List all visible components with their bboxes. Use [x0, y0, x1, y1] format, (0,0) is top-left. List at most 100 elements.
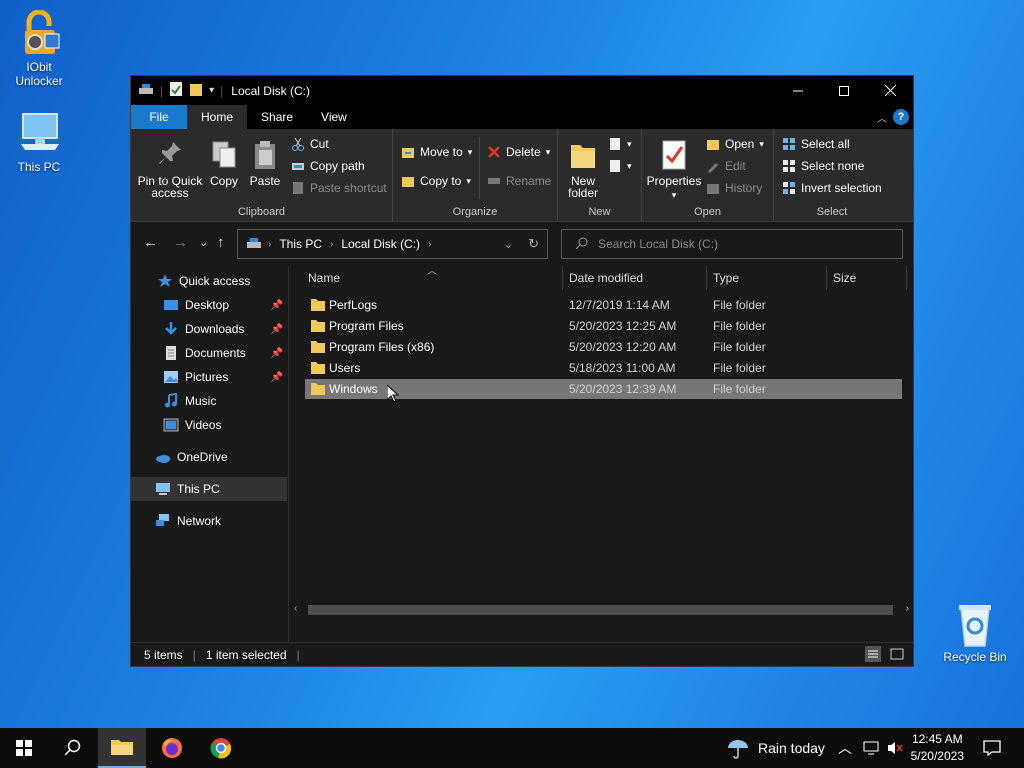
network-status-icon[interactable]	[862, 728, 880, 768]
new-item-button[interactable]: ▾	[608, 137, 632, 151]
nav-item-onedrive[interactable]: OneDrive	[131, 445, 287, 469]
explorer-window: | ▾ | Local Disk (C:) File Home Share Vi…	[130, 75, 914, 667]
nav-item-music[interactable]: Music	[131, 389, 287, 413]
maximize-button[interactable]	[821, 76, 867, 105]
collapse-ribbon-icon[interactable]: ︿	[877, 110, 887, 125]
select-none-button[interactable]: Select none	[782, 159, 864, 173]
nav-item-quick-access[interactable]: Quick access	[131, 269, 287, 293]
address-bar[interactable]: › This PC › Local Disk (C:) › ⌄ ↻	[237, 229, 548, 259]
system-clock[interactable]: 12:45 AM 5/20/2023	[911, 731, 964, 765]
tab-home[interactable]: Home	[187, 105, 248, 129]
weather-widget[interactable]: Rain today	[726, 728, 825, 768]
properties-button[interactable]: Properties ▾	[646, 139, 702, 201]
pin-icon[interactable]: 📌	[271, 348, 283, 359]
file-row[interactable]: PerfLogs 12/7/2019 1:14 AM File folder	[305, 295, 902, 315]
windows-logo-icon	[16, 740, 32, 756]
title-bar[interactable]: | ▾ | Local Disk (C:)	[131, 76, 913, 105]
file-row[interactable]: Users 5/18/2023 11:00 AM File folder	[305, 358, 902, 378]
chevron-right-icon[interactable]: ›	[268, 239, 271, 250]
breadcrumb-local-disk[interactable]: Local Disk (C:)	[341, 237, 420, 251]
new-folder-quick-icon[interactable]	[189, 81, 203, 100]
tab-file[interactable]: File	[131, 105, 187, 129]
paste-shortcut-button[interactable]: Paste shortcut	[291, 181, 387, 195]
nav-item-network[interactable]: Network	[131, 509, 287, 533]
taskbar-chrome[interactable]	[197, 728, 245, 768]
desktop-icon-iobit[interactable]: IObit Unlocker	[4, 9, 74, 88]
delete-button[interactable]: Delete ▾	[487, 145, 550, 159]
search-input[interactable]	[598, 237, 888, 251]
notification-center-button[interactable]	[970, 728, 1014, 768]
search-box[interactable]	[561, 229, 903, 259]
rename-button[interactable]: Rename	[487, 174, 551, 188]
organize-group: Move to ▾ Copy to ▾ Delete ▾ Rename Organiz…	[393, 129, 558, 221]
cut-button[interactable]: Cut	[291, 137, 329, 151]
minimize-button[interactable]	[775, 76, 821, 105]
taskbar-firefox[interactable]	[148, 728, 196, 768]
nav-item-downloads[interactable]: Downloads 📌	[131, 317, 287, 341]
pin-quick-access-button[interactable]: Pin to Quick access	[137, 139, 203, 199]
nav-item-desktop[interactable]: Desktop 📌	[131, 293, 287, 317]
up-button[interactable]: ↑	[217, 234, 225, 251]
taskbar: Rain today ︿ 12:45 AM 5/20/2023	[0, 728, 1024, 768]
history-button[interactable]: History	[706, 181, 762, 195]
refresh-icon[interactable]: ↻	[528, 236, 539, 252]
pin-icon[interactable]: 📌	[271, 372, 283, 383]
start-button[interactable]	[0, 728, 48, 768]
column-header-size[interactable]: Size	[827, 266, 907, 290]
select-all-button[interactable]: Select all	[782, 137, 850, 151]
file-row[interactable]: Program Files (x86) 5/20/2023 12:20 AM F…	[305, 337, 902, 357]
chevron-right-icon[interactable]: ›	[428, 239, 431, 250]
column-header-date-modified[interactable]: Date modified	[563, 266, 707, 290]
desktop-icon-recycle-bin[interactable]: Recycle Bin	[940, 600, 1010, 664]
window-title: Local Disk (C:)	[231, 83, 310, 98]
copy-button[interactable]: Copy	[205, 139, 243, 187]
recent-locations-button[interactable]: ⌄	[199, 236, 208, 249]
nav-item-pictures[interactable]: Pictures 📌	[131, 365, 287, 389]
customize-quick-access-icon[interactable]: ▾	[209, 85, 214, 96]
file-row[interactable]: Program Files 5/20/2023 12:25 AM File fo…	[305, 316, 902, 336]
select-all-icon	[782, 137, 796, 151]
forward-button[interactable]: →	[173, 234, 188, 251]
volume-muted-icon[interactable]	[886, 728, 904, 768]
copy-path-button[interactable]: Copy path	[291, 159, 365, 173]
copy-to-button[interactable]: Copy to ▾	[401, 174, 471, 188]
breadcrumb-this-pc[interactable]: This PC	[279, 237, 322, 251]
back-button[interactable]: ←	[143, 234, 158, 251]
scrollbar-thumb[interactable]	[308, 605, 893, 615]
copy-path-icon	[291, 159, 305, 173]
tab-share[interactable]: Share	[247, 105, 307, 129]
details-view-icon[interactable]	[865, 646, 881, 662]
horizontal-scrollbar[interactable]: ‹ ›	[290, 603, 913, 617]
scroll-left-icon[interactable]: ‹	[294, 603, 297, 614]
pin-icon[interactable]: 📌	[271, 300, 283, 311]
invert-selection-button[interactable]: Invert selection	[782, 181, 882, 195]
nav-item-documents[interactable]: Documents 📌	[131, 341, 287, 365]
network-icon	[155, 513, 171, 529]
chevron-right-icon[interactable]: ›	[330, 239, 333, 250]
search-taskbar-button[interactable]	[48, 728, 96, 768]
scroll-right-icon[interactable]: ›	[906, 603, 909, 614]
taskbar-file-explorer[interactable]	[98, 728, 146, 768]
file-row-selected[interactable]: Windows 5/20/2023 12:39 AM File folder	[305, 379, 902, 403]
show-hidden-icons-button[interactable]: ︿	[838, 728, 852, 768]
help-button[interactable]: ?	[893, 109, 909, 125]
edit-button[interactable]: Edit	[706, 159, 746, 173]
column-header-name[interactable]: Name	[302, 266, 563, 290]
nav-item-videos[interactable]: Videos	[131, 413, 287, 437]
clock-date: 5/20/2023	[910, 749, 964, 763]
close-button[interactable]	[867, 76, 913, 105]
large-icons-view-icon[interactable]	[889, 646, 905, 665]
open-button[interactable]: Open ▾	[706, 137, 764, 151]
desktop-icon-this-pc[interactable]: This PC	[4, 110, 74, 174]
file-type: File folder	[713, 382, 766, 396]
paste-button[interactable]: Paste	[245, 139, 285, 187]
move-to-button[interactable]: Move to ▾	[401, 145, 472, 159]
new-folder-button[interactable]: New folder	[562, 139, 604, 199]
nav-item-this-pc[interactable]: This PC	[131, 477, 287, 501]
easy-access-button[interactable]: ▾	[608, 159, 632, 173]
tab-view[interactable]: View	[307, 105, 361, 129]
column-header-type[interactable]: Type	[707, 266, 827, 290]
properties-quick-icon[interactable]	[169, 81, 183, 100]
pin-icon[interactable]: 📌	[271, 324, 283, 335]
address-dropdown-icon[interactable]: ⌄	[504, 238, 513, 251]
